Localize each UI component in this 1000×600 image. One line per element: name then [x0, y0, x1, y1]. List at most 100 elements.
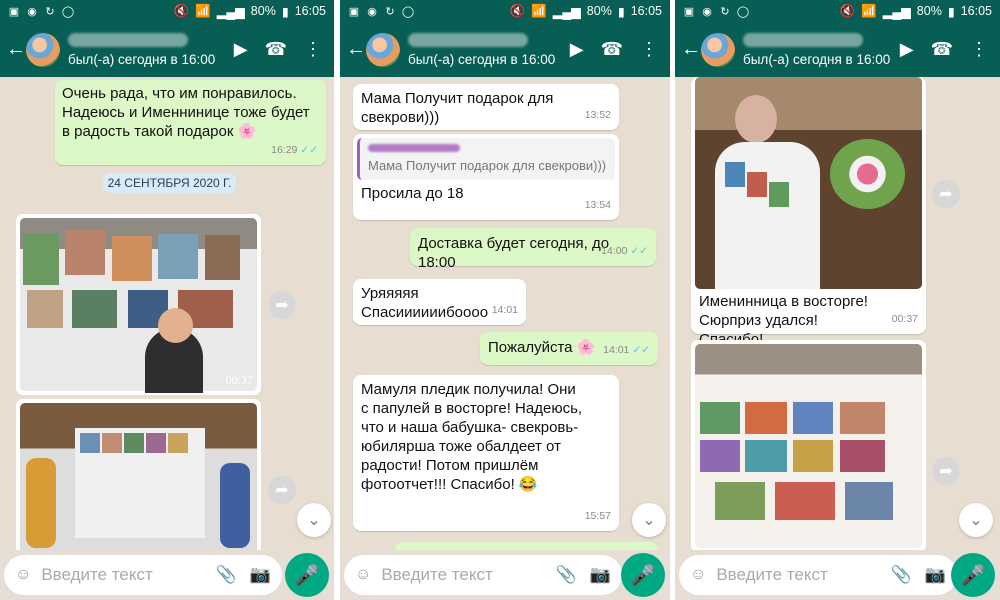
mic-button[interactable]: 🎤 [951, 553, 995, 597]
contact-name-blurred [743, 32, 863, 47]
read-receipt-icon: ✓✓ [300, 144, 318, 156]
composer: ☺ Введите текст 📎 📷 [4, 555, 282, 595]
video-message[interactable]: 00:37 [16, 214, 261, 395]
reply-message-bubble[interactable]: Мама Получит подарок для свекрови))) Про… [353, 134, 619, 220]
quoted-contact-name [368, 144, 460, 152]
emoji-icon[interactable]: ☺ [15, 566, 31, 584]
avatar[interactable] [26, 32, 60, 67]
mute-icon: 🔇 [509, 3, 526, 18]
message-text: Уряяяяя Спасиииииибоооо [361, 285, 489, 321]
message-text: Очень рада, что им понравилось. Надеюсь … [62, 85, 310, 140]
chat-area: Именинница в восторге! Сюрприз удался! С… [675, 77, 1000, 550]
battery-text: 80% [250, 4, 276, 18]
status-right: 🔇 📶 ▂▄▆ 80% ▮ 16:05 [510, 4, 662, 19]
message-input[interactable]: Введите текст [41, 565, 152, 585]
avatar[interactable] [366, 32, 400, 67]
read-receipt-icon: ✓✓ [632, 344, 650, 356]
chat-area: Мама Получит подарок для свекрови))) 13:… [340, 77, 670, 550]
video-call-icon[interactable]: ▶ [900, 39, 914, 60]
status-bar: ▣ ◉ ↻ ◯ 🔇 📶 ▂▄▆ 80% ▮ 16:05 [340, 0, 670, 22]
outgoing-message-bubble-partial[interactable] [395, 542, 658, 550]
attach-icon[interactable]: 📎 [891, 565, 912, 585]
mic-button[interactable]: 🎤 [285, 553, 329, 597]
forward-button[interactable]: ➦ [932, 457, 960, 485]
outgoing-message-bubble[interactable]: Доставка будет сегодня, до 18:00 14:00 ✓✓ [410, 228, 656, 271]
more-menu-icon[interactable]: ⋮ [304, 39, 322, 60]
account-icon: ◉ [27, 5, 37, 18]
chat-screen-3: ▣ ◉ ↻ ◯ 🔇 📶 ▂▄▆ 80% ▮ 16:05 ← был(-а) се… [675, 0, 1000, 600]
photo-message[interactable] [691, 340, 926, 550]
blanket-photo [695, 344, 922, 548]
message-input[interactable]: Введите текст [381, 565, 492, 585]
video-duration: 00:37 [225, 375, 253, 387]
phone-call-icon[interactable]: ☎ [931, 39, 953, 60]
scroll-down-button[interactable]: ⌄ [297, 503, 331, 537]
attach-icon[interactable]: 📎 [216, 565, 237, 585]
camera-icon[interactable]: 📷 [925, 565, 946, 585]
chat-screen-2: ▣ ◉ ↻ ◯ 🔇 📶 ▂▄▆ 80% ▮ 16:05 ← был(-а) се… [340, 0, 670, 600]
back-icon[interactable]: ← [681, 38, 701, 61]
video-call-icon[interactable]: ▶ [234, 39, 248, 60]
emoji-icon[interactable]: ☺ [355, 566, 371, 584]
status-right: 🔇 📶 ▂▄▆ 80% ▮ 16:05 [174, 4, 326, 19]
header-actions: ▶ ☎ ⋮ [570, 39, 664, 60]
video-call-icon[interactable]: ▶ [570, 39, 584, 60]
status-right: 🔇 📶 ▂▄▆ 80% ▮ 16:05 [840, 4, 992, 19]
scroll-down-button[interactable]: ⌄ [632, 503, 666, 537]
outgoing-message-bubble[interactable]: Очень рада, что им понравилось. Надеюсь … [55, 80, 326, 165]
woman-with-flowers-photo [695, 77, 922, 289]
account-icon: ◉ [367, 5, 377, 18]
outgoing-message-bubble[interactable]: Пожалуйста 🌸 14:01 ✓✓ [480, 332, 658, 365]
forward-button[interactable]: ➦ [268, 291, 296, 319]
last-seen-text: был(-а) сегодня в 16:00 [743, 51, 891, 67]
battery-text: 80% [586, 4, 612, 18]
chat-title[interactable]: был(-а) сегодня в 16:00 [408, 32, 555, 67]
sync-icon: ↻ [45, 5, 55, 18]
forward-button[interactable]: ➦ [268, 476, 296, 504]
message-input[interactable]: Введите текст [716, 565, 827, 585]
wifi-icon: 📶 [195, 3, 211, 18]
signal-icon: ▂▄▆ [216, 4, 245, 19]
back-icon[interactable]: ← [6, 38, 26, 61]
back-icon[interactable]: ← [346, 38, 366, 61]
incoming-media-message[interactable]: Именинница в восторге! Сюрприз удался! С… [691, 77, 926, 348]
chat-title[interactable]: был(-а) сегодня в 16:00 [68, 32, 215, 67]
quoted-message: Мама Получит подарок для свекрови))) [357, 138, 615, 180]
avatar[interactable] [701, 32, 735, 67]
battery-icon: ▮ [281, 4, 289, 19]
camera-icon[interactable]: 📷 [250, 565, 271, 585]
phone-call-icon[interactable]: ☎ [601, 39, 623, 60]
status-left: ▣ ◉ ↻ ◯ [683, 5, 750, 18]
battery-icon: ▮ [617, 4, 625, 19]
signal-icon: ▂▄▆ [552, 4, 581, 19]
scroll-down-button[interactable]: ⌄ [959, 503, 993, 537]
chat-title[interactable]: был(-а) сегодня в 16:00 [743, 32, 891, 67]
more-menu-icon[interactable]: ⋮ [640, 39, 658, 60]
forward-button[interactable]: ➦ [932, 180, 960, 208]
composer-tools: 📎 📷 [216, 565, 271, 585]
date-divider: 24 СЕНТЯБРЯ 2020 Г. [103, 173, 236, 193]
battery-text: 80% [916, 4, 942, 18]
whatsapp-icon: ◯ [61, 5, 75, 18]
incoming-message-bubble[interactable]: Мама Получит подарок для свекрови))) 13:… [353, 84, 619, 130]
photo-collage-thumbnail [20, 218, 257, 393]
composer: ☺ Введите текст 📎 📷 [679, 555, 957, 595]
phone-call-icon[interactable]: ☎ [265, 39, 287, 60]
attach-icon[interactable]: 📎 [556, 565, 577, 585]
incoming-message-bubble[interactable]: Уряяяяя Спасиииииибоооо 14:01 [353, 279, 526, 325]
read-receipt-icon: ✓✓ [630, 245, 648, 257]
emoji-icon[interactable]: ☺ [690, 566, 706, 584]
whatsapp-icon: ◯ [736, 5, 750, 18]
chat-area: Очень рада, что им понравилось. Надеюсь … [0, 77, 334, 550]
photo-message[interactable] [16, 399, 261, 550]
mute-icon: 🔇 [173, 3, 190, 18]
incoming-message-bubble[interactable]: Мамуля пледик получила! Они с папулей в … [353, 375, 619, 531]
camera-icon[interactable]: 📷 [590, 565, 611, 585]
more-menu-icon[interactable]: ⋮ [970, 39, 988, 60]
mic-button[interactable]: 🎤 [621, 553, 665, 597]
chat-screen-1: ▣ ◉ ↻ ◯ 🔇 📶 ▂▄▆ 80% ▮ 16:05 ← был(-а) се… [0, 0, 334, 600]
signal-icon: ▂▄▆ [882, 4, 911, 19]
composer: ☺ Введите текст 📎 📷 [344, 555, 622, 595]
message-time: 15:57 [584, 510, 611, 522]
account-icon: ◉ [702, 5, 712, 18]
